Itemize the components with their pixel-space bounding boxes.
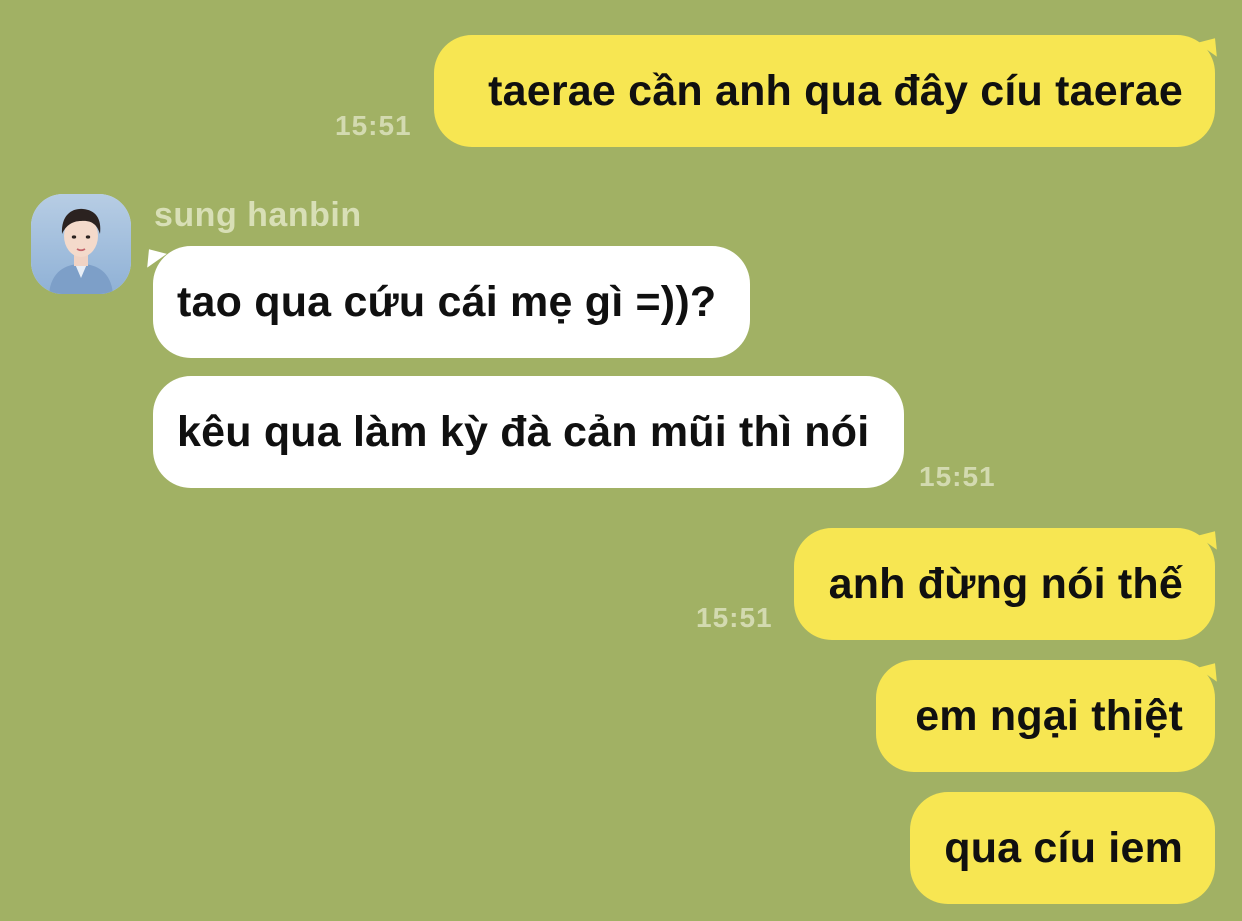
avatar-photo-icon — [31, 194, 131, 294]
message-text: kêu qua làm kỳ đà cản mũi thì nói — [177, 407, 870, 456]
message-timestamp: 15:51 — [919, 461, 996, 492]
outgoing-message-bubble[interactable]: anh đừng nói thế — [794, 528, 1215, 640]
outgoing-message-bubble[interactable]: taerae cần anh qua đây cíu taerae — [434, 35, 1215, 147]
chat-thread: 15:51 taerae cần anh qua đây cíu taerae … — [0, 0, 1242, 921]
outgoing-message-bubble[interactable]: em ngại thiệt — [876, 660, 1215, 772]
message-text: taerae cần anh qua đây cíu taerae — [488, 66, 1183, 115]
sender-name: sung hanbin — [154, 196, 362, 234]
contact-avatar[interactable] — [31, 194, 131, 294]
message-text: em ngại thiệt — [915, 691, 1183, 740]
outgoing-message-bubble[interactable]: qua cíu iem — [910, 792, 1215, 904]
message-text: qua cíu iem — [944, 823, 1183, 872]
incoming-message-bubble[interactable]: kêu qua làm kỳ đà cản mũi thì nói — [153, 376, 904, 488]
message-text: tao qua cứu cái mẹ gì =))? — [177, 277, 717, 326]
incoming-message-bubble[interactable]: tao qua cứu cái mẹ gì =))? — [153, 246, 750, 358]
message-timestamp: 15:51 — [696, 602, 773, 633]
message-text: anh đừng nói thế — [828, 559, 1183, 608]
message-timestamp: 15:51 — [335, 110, 412, 141]
